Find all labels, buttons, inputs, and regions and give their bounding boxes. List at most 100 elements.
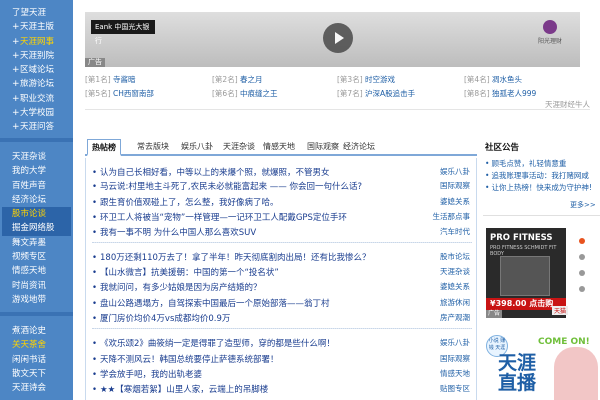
post-board-link[interactable]: 旅游休闲 bbox=[440, 297, 470, 308]
sidebar-item[interactable]: +旅游论坛 bbox=[2, 77, 71, 91]
rank-entry[interactable]: [第1名] 寺酱暗 bbox=[85, 74, 136, 85]
post-title-link[interactable]: • 认为自己长相好看，中等以上的来爆个照，就爆照，不管男女 bbox=[92, 166, 330, 178]
rank-user[interactable]: 时空游戏 bbox=[363, 75, 395, 84]
post-board-link[interactable]: 国际观察 bbox=[440, 353, 470, 364]
carousel-dot[interactable] bbox=[579, 286, 585, 292]
sidebar-item[interactable]: +天涯问答 bbox=[2, 120, 71, 134]
post-title-link[interactable]: • 180万还剩110万去了！拿了半年！昨天彻底割肉出局！还有比我惨么？ bbox=[92, 251, 370, 263]
post-title: 天降不测风云！韩国总统要停止萨德系统部署！ bbox=[100, 355, 279, 365]
sidebar-item[interactable]: +区域论坛 bbox=[2, 63, 71, 77]
expand-plus-icon[interactable]: + bbox=[12, 77, 20, 91]
sidebar-item[interactable]: +职业交流 bbox=[2, 92, 71, 106]
post-board-link[interactable]: 生活那点事 bbox=[433, 211, 471, 222]
rank-user[interactable]: CH西窗南部 bbox=[111, 89, 154, 98]
tab[interactable]: 娱乐八卦 bbox=[181, 141, 213, 152]
post-board-link[interactable]: 情感天地 bbox=[440, 368, 470, 379]
sidebar-item[interactable]: 散文天下 bbox=[2, 367, 71, 381]
expand-plus-icon[interactable]: + bbox=[12, 120, 20, 134]
expand-plus-icon[interactable]: + bbox=[12, 92, 20, 106]
notice-item[interactable]: • 追我账理事活动：我打赌网咸 bbox=[485, 170, 595, 182]
sidebar-item[interactable]: 闲闲书话 bbox=[2, 353, 71, 367]
post-title-link[interactable]: • 厦门房价均价4万vs成都均价0.9万 bbox=[92, 312, 230, 324]
post-board-link[interactable]: 娱乐八卦 bbox=[440, 337, 470, 348]
carousel-dot[interactable] bbox=[579, 238, 585, 244]
expand-plus-icon[interactable]: + bbox=[12, 106, 20, 120]
tab[interactable]: 天涯杂谈 bbox=[223, 141, 255, 152]
notice-item[interactable]: • 顾毛点赞，礼轻情意重 bbox=[485, 158, 595, 170]
top-banner-ad[interactable]: Eank 中国光大银行 阳光理财 广告 bbox=[85, 12, 580, 67]
sidebar-item[interactable]: 天涯杂谈 bbox=[2, 150, 71, 164]
rank-user[interactable]: 春之月 bbox=[238, 75, 263, 84]
post-title-link[interactable]: • 我就问问，有多少姑娘是因为房产结婚的？ bbox=[92, 281, 262, 293]
post-board-link[interactable]: 贴图专区 bbox=[440, 383, 470, 394]
post-board-link[interactable]: 国际观察 bbox=[440, 180, 470, 191]
sidebar-item[interactable]: 天涯诗会 bbox=[2, 381, 71, 395]
sidebar-item[interactable]: +大学校园 bbox=[2, 106, 71, 120]
rank-user[interactable]: 独孤老人999 bbox=[490, 89, 536, 98]
expand-plus-icon[interactable]: + bbox=[12, 49, 20, 63]
sidebar-item[interactable]: 舞文弄墨 bbox=[2, 236, 71, 250]
rank-user[interactable]: 沪深A股追击手 bbox=[363, 89, 415, 98]
post-title-link[interactable]: • 跟生育价值观碰上了，怎么整，我好像病了哈。 bbox=[92, 196, 279, 208]
sidebar-item[interactable]: +天涯主版 bbox=[2, 20, 71, 34]
tab[interactable]: 常去版块 bbox=[137, 141, 169, 152]
carousel-dot[interactable] bbox=[579, 270, 585, 276]
fitness-ad[interactable]: PRO FITNESS PRO FITNESS SCHMIDT FIT BODY… bbox=[486, 228, 566, 318]
post-board-link[interactable]: 婆媳关系 bbox=[440, 196, 470, 207]
tab[interactable]: 国际观察 bbox=[307, 141, 339, 152]
expand-plus-icon[interactable]: + bbox=[12, 63, 20, 77]
rank-entry[interactable]: [第2名] 春之月 bbox=[212, 74, 263, 85]
sidebar-item[interactable]: 游戏地带 bbox=[2, 293, 71, 307]
carousel-dot[interactable] bbox=[579, 254, 585, 260]
sidebar-item[interactable]: 时尚资讯 bbox=[2, 279, 71, 293]
post-title-link[interactable]: • 【山水微言】抗美援朝：中国的第一个“投名状” bbox=[92, 266, 279, 278]
rank-entry[interactable]: [第4名] 凋水鱼头 bbox=[464, 74, 522, 85]
post-title-link[interactable]: • 《欢乐颂2》曲筱绡一定是得罪了造型师，穿的都是些什么啊！ bbox=[92, 337, 335, 349]
post-title-link[interactable]: • 学会放手吧，我的出轨老婆 bbox=[92, 368, 202, 380]
post-title-link[interactable]: • 马云说:村里地主斗死了,农民未必就能富起来 —— 你会回一句什么话? bbox=[92, 180, 362, 192]
rank-user[interactable]: 中痕缝之王 bbox=[238, 89, 278, 98]
post-board-link[interactable]: 房产观潮 bbox=[440, 312, 470, 323]
rank-entry[interactable]: [第3名] 时空游戏 bbox=[337, 74, 395, 85]
rank-entry[interactable]: [第7名] 沪深A股追击手 bbox=[337, 88, 415, 99]
rank-entry[interactable]: [第8名] 独孤老人999 bbox=[464, 88, 536, 99]
rank-user[interactable]: 凋水鱼头 bbox=[490, 75, 522, 84]
post-board-link[interactable]: 股市论坛 bbox=[440, 251, 470, 262]
post-board-link[interactable]: 汽车时代 bbox=[440, 226, 470, 237]
notice-item[interactable]: • 让你上热榜！快来成为守护神! bbox=[485, 182, 595, 194]
tab[interactable]: 热帖榜 bbox=[87, 139, 121, 156]
sidebar-item-label: 天涯主版 bbox=[20, 22, 55, 33]
notice-more-link[interactable]: 更多>> bbox=[570, 200, 596, 210]
post-board-link[interactable]: 天涯杂谈 bbox=[440, 266, 470, 277]
rank-user[interactable]: 寺酱暗 bbox=[111, 75, 136, 84]
post-title-link[interactable]: • 盘山公路遇塌方，自驾探索中国最后一个原始部落——翁丁村 bbox=[92, 297, 330, 309]
post-title-link[interactable]: • 我有一事不明 为什么中国人那么喜欢SUV bbox=[92, 226, 256, 238]
post-title-link[interactable]: • 环卫工人将被当“宠物”一样管理—一记环卫工人配戴GPS定位手环 bbox=[92, 211, 347, 223]
play-icon[interactable] bbox=[323, 23, 353, 53]
sidebar-item[interactable]: 百姓声音 bbox=[2, 179, 71, 193]
sidebar-item[interactable]: 我的大学 bbox=[2, 164, 71, 178]
bullet-icon: • bbox=[485, 183, 490, 192]
sidebar-item[interactable]: 关天茶舍 bbox=[2, 338, 71, 352]
expand-plus-icon[interactable]: + bbox=[12, 35, 20, 49]
post-title-link[interactable]: • 天降不测风云！韩国总统要停止萨德系统部署！ bbox=[92, 353, 279, 365]
post-board-link[interactable]: 娱乐八卦 bbox=[440, 166, 470, 177]
sidebar-item[interactable]: 视频专区 bbox=[2, 250, 71, 264]
sidebar-item[interactable]: 煮酒论史 bbox=[2, 324, 71, 338]
tab[interactable]: 情感天地 bbox=[263, 141, 295, 152]
post-board-link[interactable]: 婆媳关系 bbox=[440, 281, 470, 292]
sidebar-item[interactable]: 股市论谈 bbox=[2, 207, 71, 222]
tab[interactable]: 经济论坛 bbox=[343, 141, 375, 152]
tianya-live-ad[interactable]: 小说 赚钱 天涯 COME ON! 天涯直播 bbox=[486, 333, 600, 400]
post-title-link[interactable]: • ★★【寒烟若絮】山里人家，云端上的吊脚楼 bbox=[92, 383, 268, 395]
sidebar-item[interactable]: 情感天地 bbox=[2, 264, 71, 278]
sidebar-item[interactable]: 了望天涯 bbox=[2, 6, 71, 20]
sidebar-item[interactable]: 经济论坛 bbox=[2, 193, 71, 207]
sidebar-item[interactable]: +天涯网事 bbox=[2, 35, 71, 49]
sidebar-item-label: 游戏地带 bbox=[12, 294, 47, 305]
rank-entry[interactable]: [第5名] CH西窗南部 bbox=[85, 88, 154, 99]
sidebar-item[interactable]: 掘金网络股 bbox=[2, 221, 71, 236]
rank-entry[interactable]: [第6名] 中痕缝之王 bbox=[212, 88, 278, 99]
sidebar-item[interactable]: +天涯别院 bbox=[2, 49, 71, 63]
expand-plus-icon[interactable]: + bbox=[12, 20, 20, 34]
